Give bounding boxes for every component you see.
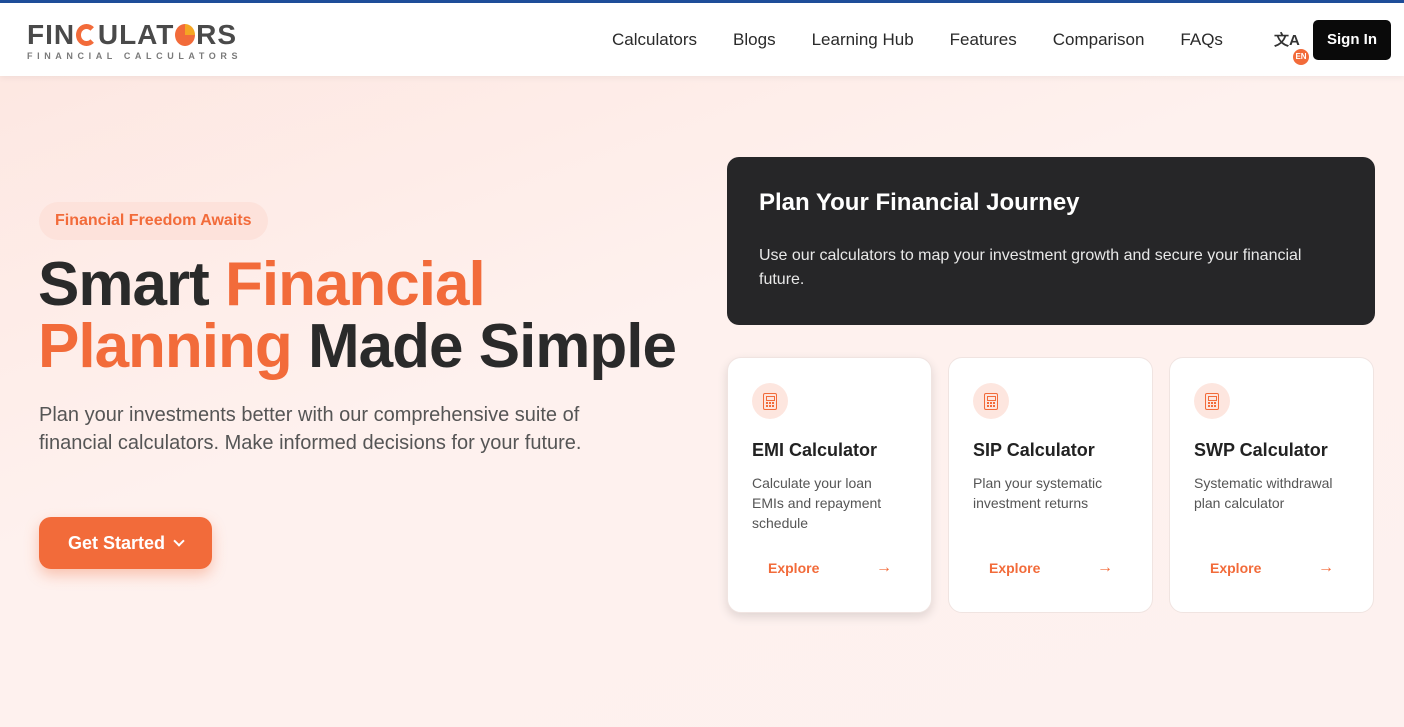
logo-text-ulat: ULAT: [97, 19, 175, 50]
card-title: SWP Calculator: [1194, 440, 1328, 460]
card-sip-calculator[interactable]: SIP Calculator Plan your systematic inve…: [948, 357, 1153, 613]
explore-label: Explore: [989, 560, 1041, 576]
journey-text: Use our calculators to map your investme…: [759, 247, 1302, 288]
headline-part-1: Smart: [38, 250, 225, 319]
card-icon-wrap: [973, 383, 1009, 419]
nav-link-features[interactable]: Features: [950, 30, 1017, 50]
journey-title: Plan Your Financial Journey: [759, 189, 1080, 216]
card-emi-calculator[interactable]: EMI Calculator Calculate your loan EMIs …: [727, 357, 932, 613]
nav-link-learning-hub[interactable]: Learning Hub: [812, 30, 914, 50]
logo-wordmark: FIN ULAT RS: [27, 20, 237, 50]
card-swp-calculator[interactable]: SWP Calculator Systematic withdrawal pla…: [1169, 357, 1374, 613]
logo-c-icon: [76, 24, 97, 46]
explore-link[interactable]: Explore →: [1194, 554, 1350, 582]
hero-lead: Plan your investments better with our co…: [39, 404, 582, 454]
language-badge: EN: [1293, 49, 1309, 65]
card-title: EMI Calculator: [752, 440, 878, 460]
nav-link-calculators[interactable]: Calculators: [612, 30, 697, 50]
calculator-icon: [984, 392, 998, 410]
get-started-label: Get Started: [67, 532, 166, 553]
logo[interactable]: FIN ULAT RS FINANCIAL CALCULATORS: [27, 20, 243, 62]
explore-label: Explore: [1210, 560, 1262, 576]
nav-link-faqs[interactable]: FAQs: [1180, 30, 1223, 50]
hero-pill: Financial Freedom Awaits: [39, 202, 268, 240]
card-description: Calculate your loan EMIs and repayment s…: [752, 475, 882, 531]
card-title: SIP Calculator: [973, 440, 1095, 460]
arrow-right-icon: →: [876, 559, 892, 576]
hero-headline: Smart Financial Planning Made Simple: [38, 254, 698, 378]
journey-panel: Plan Your Financial Journey Use our calc…: [727, 157, 1375, 325]
explore-link[interactable]: Explore →: [752, 554, 908, 582]
sign-in-button[interactable]: Sign In: [1313, 20, 1391, 60]
explore-link[interactable]: Explore →: [973, 554, 1129, 582]
card-icon-wrap: [1194, 383, 1230, 419]
explore-label: Explore: [768, 560, 820, 576]
arrow-right-icon: →: [1318, 559, 1334, 576]
headline-part-2: Made Simple: [291, 312, 677, 381]
chevron-down-icon: [173, 534, 185, 547]
logo-text-rs: RS: [196, 19, 237, 50]
calculator-icon: [1205, 392, 1219, 410]
logo-tagline: FINANCIAL CALCULATORS: [27, 51, 243, 61]
get-started-button[interactable]: Get Started: [39, 517, 212, 569]
nav-link-blogs[interactable]: Blogs: [733, 30, 776, 50]
navbar: FIN ULAT RS FINANCIAL CALCULATORS Calculat…: [0, 3, 1404, 76]
logo-pie-icon: [175, 24, 196, 46]
language-switcher[interactable]: 文A EN: [1274, 29, 1309, 65]
calculator-icon: [763, 392, 777, 410]
translate-icon: 文A: [1274, 32, 1300, 49]
card-description: Systematic withdrawal plan calculator: [1194, 475, 1333, 511]
arrow-right-icon: →: [1097, 559, 1113, 576]
nav-link-comparison[interactable]: Comparison: [1053, 30, 1145, 50]
card-description: Plan your systematic investment returns: [973, 475, 1103, 511]
nav-links: Calculators Blogs Learning Hub Features …: [612, 3, 1259, 76]
logo-text-fin: FIN: [27, 19, 76, 50]
card-icon-wrap: [752, 383, 788, 419]
